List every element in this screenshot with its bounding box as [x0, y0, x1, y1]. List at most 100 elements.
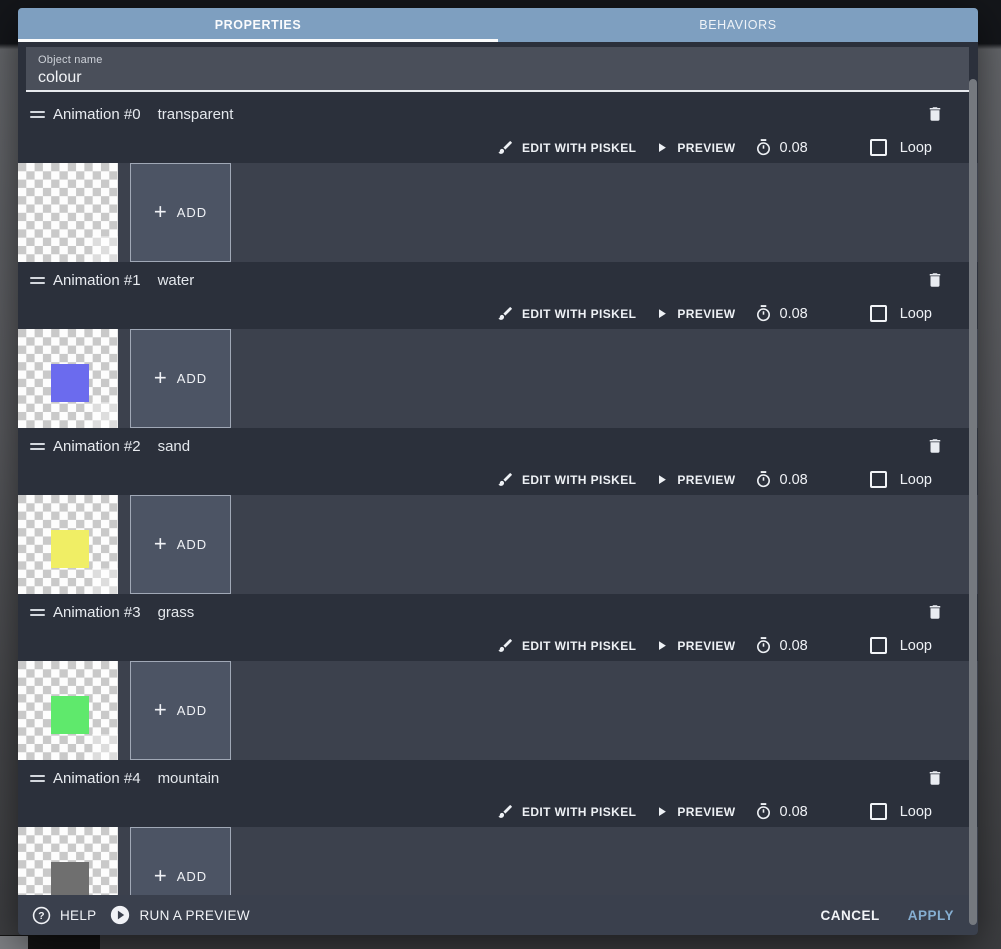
thumbnail-corner [92, 402, 118, 428]
animation-header: Animation #2 sand [18, 428, 978, 464]
animation-title: Animation #2 [53, 437, 141, 455]
background-artifact [0, 936, 28, 949]
drag-handle-icon[interactable] [30, 110, 45, 118]
brush-icon [497, 471, 514, 488]
loop-checkbox[interactable] [869, 637, 887, 654]
animation-name-input[interactable]: sand [158, 438, 191, 455]
brush-icon [497, 305, 514, 322]
delete-animation-button[interactable] [924, 102, 946, 126]
edit-with-piskel-button[interactable]: EDIT WITH PISKEL [497, 803, 636, 820]
thumbnail-corner [92, 236, 118, 262]
frame-thumbnail[interactable] [18, 495, 118, 594]
drag-handle-icon[interactable] [30, 442, 45, 450]
animation-title: Animation #1 [53, 271, 141, 289]
dialog-content: Object name colour Animation #0 transpar… [18, 42, 978, 935]
trash-icon [926, 768, 944, 788]
delete-animation-button[interactable] [924, 600, 946, 624]
frame-delay-value: 0.08 [779, 803, 808, 820]
animation-section: Animation #0 transparent EDIT WITH PISKE… [18, 96, 978, 262]
timer-icon [754, 138, 773, 157]
frames-strip: + ADD [18, 661, 978, 760]
edit-with-piskel-button[interactable]: EDIT WITH PISKEL [497, 471, 636, 488]
frame-color-swatch [51, 530, 89, 568]
object-name-value[interactable]: colour [38, 69, 957, 87]
frame-delay-button[interactable]: 0.08 [754, 802, 808, 821]
frames-strip: + ADD [18, 495, 978, 594]
help-button[interactable]: ? HELP [32, 906, 96, 925]
add-frame-button[interactable]: + ADD [130, 495, 231, 594]
add-frame-button[interactable]: + ADD [130, 661, 231, 760]
timer-icon [754, 636, 773, 655]
animation-name-input[interactable]: mountain [158, 770, 220, 787]
frame-delay-value: 0.08 [779, 637, 808, 654]
loop-checkbox[interactable] [869, 471, 887, 488]
frame-delay-value: 0.08 [779, 471, 808, 488]
loop-toggle[interactable]: Loop [869, 471, 932, 488]
loop-toggle[interactable]: Loop [869, 637, 932, 654]
object-editor-dialog: PROPERTIES BEHAVIORS Object name colour … [18, 8, 978, 935]
loop-checkbox[interactable] [869, 305, 887, 322]
loop-toggle[interactable]: Loop [869, 305, 932, 322]
drag-handle-icon[interactable] [30, 276, 45, 284]
edit-with-piskel-button[interactable]: EDIT WITH PISKEL [497, 637, 636, 654]
animation-section: Animation #2 sand EDIT WITH PISKEL PREVI… [18, 428, 978, 594]
frame-thumbnail[interactable] [18, 163, 118, 262]
play-icon [654, 638, 669, 653]
brush-icon [497, 637, 514, 654]
tab-properties[interactable]: PROPERTIES [18, 8, 498, 42]
frame-delay-button[interactable]: 0.08 [754, 304, 808, 323]
loop-toggle[interactable]: Loop [869, 803, 932, 820]
delete-animation-button[interactable] [924, 766, 946, 790]
timer-icon [754, 470, 773, 489]
frame-delay-button[interactable]: 0.08 [754, 636, 808, 655]
loop-toggle[interactable]: Loop [869, 139, 932, 156]
animation-name-input[interactable]: water [158, 272, 195, 289]
animation-section: Animation #1 water EDIT WITH PISKEL PREV… [18, 262, 978, 428]
loop-checkbox[interactable] [869, 139, 887, 156]
dialog-scrollbar[interactable] [969, 79, 977, 925]
animation-name-input[interactable]: grass [158, 604, 195, 621]
animation-header: Animation #1 water [18, 262, 978, 298]
animations-list: Animation #0 transparent EDIT WITH PISKE… [18, 96, 978, 926]
frame-color-swatch [51, 696, 89, 734]
frames-strip: + ADD [18, 329, 978, 428]
svg-text:?: ? [38, 911, 45, 922]
frame-thumbnail[interactable] [18, 661, 118, 760]
trash-icon [926, 270, 944, 290]
animation-toolbar: EDIT WITH PISKEL PREVIEW 0.08 Loop [18, 796, 978, 827]
preview-button[interactable]: PREVIEW [654, 638, 735, 653]
drag-handle-icon[interactable] [30, 608, 45, 616]
play-icon [654, 140, 669, 155]
tab-behaviors[interactable]: BEHAVIORS [498, 8, 978, 42]
frame-delay-button[interactable]: 0.08 [754, 470, 808, 489]
frame-thumbnail[interactable] [18, 329, 118, 428]
frame-delay-value: 0.08 [779, 139, 808, 156]
preview-button[interactable]: PREVIEW [654, 306, 735, 321]
frame-color-swatch [51, 364, 89, 402]
edit-with-piskel-button[interactable]: EDIT WITH PISKEL [497, 139, 636, 156]
drag-handle-icon[interactable] [30, 774, 45, 782]
help-icon: ? [32, 906, 51, 925]
loop-checkbox[interactable] [869, 803, 887, 820]
tab-bar: PROPERTIES BEHAVIORS [18, 8, 978, 42]
delete-animation-button[interactable] [924, 434, 946, 458]
object-name-field[interactable]: Object name colour [26, 47, 969, 92]
cancel-button[interactable]: CANCEL [820, 908, 879, 923]
animation-header: Animation #4 mountain [18, 760, 978, 796]
frame-delay-button[interactable]: 0.08 [754, 138, 808, 157]
delete-animation-button[interactable] [924, 268, 946, 292]
run-a-preview-button[interactable]: RUN A PREVIEW [110, 905, 250, 925]
animation-header: Animation #3 grass [18, 594, 978, 630]
edit-with-piskel-button[interactable]: EDIT WITH PISKEL [497, 305, 636, 322]
preview-button[interactable]: PREVIEW [654, 140, 735, 155]
animation-name-input[interactable]: transparent [158, 106, 234, 123]
preview-button[interactable]: PREVIEW [654, 804, 735, 819]
animation-header: Animation #0 transparent [18, 96, 978, 132]
preview-button[interactable]: PREVIEW [654, 472, 735, 487]
apply-button[interactable]: APPLY [908, 908, 954, 923]
timer-icon [754, 304, 773, 323]
add-frame-button[interactable]: + ADD [130, 163, 231, 262]
add-frame-button[interactable]: + ADD [130, 329, 231, 428]
frame-delay-value: 0.08 [779, 305, 808, 322]
thumbnail-corner [92, 568, 118, 594]
